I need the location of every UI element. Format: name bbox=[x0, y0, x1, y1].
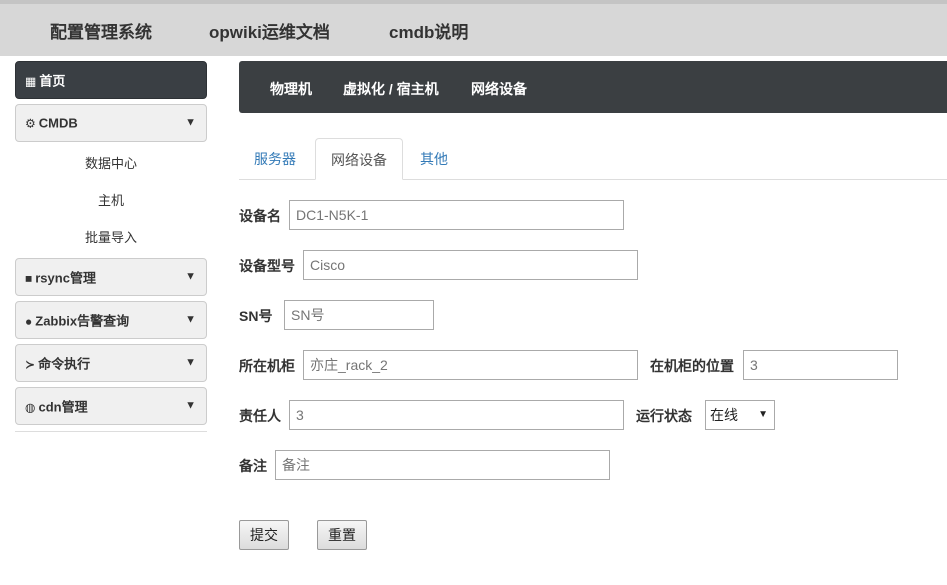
sidebar-item-cmdb[interactable]: ⚙ CMDB ▼ bbox=[15, 104, 207, 142]
chevron-down-icon: ▼ bbox=[185, 313, 196, 326]
sidebar-home-label: 首页 bbox=[39, 73, 66, 89]
gear-icon: ⚙ bbox=[25, 116, 36, 131]
sidebar-item-rsync[interactable]: ■ rsync管理 ▼ bbox=[15, 258, 207, 296]
sidebar-command-label: 命令执行 bbox=[38, 356, 91, 372]
globe-icon: ◍ bbox=[25, 400, 36, 415]
nav-network-device[interactable]: 网络设备 bbox=[471, 79, 527, 99]
sn-input[interactable] bbox=[284, 300, 434, 330]
chevron-down-icon: ▼ bbox=[185, 270, 196, 283]
device-model-label: 设备型号 bbox=[239, 258, 295, 274]
sidebar-item-zabbix[interactable]: ● Zabbix告警查询 ▼ bbox=[15, 301, 207, 339]
folder-icon: ■ bbox=[25, 271, 33, 286]
sidebar-item-cdn[interactable]: ◍ cdn管理 ▼ bbox=[15, 387, 207, 425]
grid-icon: ▦ bbox=[25, 74, 37, 89]
sidebar-rsync-label: rsync管理 bbox=[35, 270, 96, 286]
tab-server[interactable]: 服务器 bbox=[254, 138, 296, 180]
rack-label: 所在机柜 bbox=[239, 358, 295, 374]
rack-position-label: 在机柜的位置 bbox=[650, 358, 734, 374]
sidebar-zabbix-label: Zabbix告警查询 bbox=[35, 313, 130, 329]
sidebar-cdn-label: cdn管理 bbox=[38, 399, 88, 415]
remark-label: 备注 bbox=[239, 458, 267, 474]
chevron-down-icon: ▼ bbox=[185, 356, 196, 369]
status-label: 运行状态 bbox=[636, 408, 692, 424]
rack-input[interactable] bbox=[303, 350, 638, 380]
nav-cmdb-docs[interactable]: cmdb说明 bbox=[389, 18, 468, 43]
sidebar-cmdb-label: CMDB bbox=[38, 115, 78, 131]
top-navbar: 配置管理系统 opwiki运维文档 cmdb说明 bbox=[0, 0, 947, 56]
sidebar-subitem-datacenter[interactable]: 数据中心 bbox=[15, 153, 207, 172]
sidebar-divider bbox=[15, 431, 207, 432]
device-name-input[interactable] bbox=[289, 200, 624, 230]
sidebar-subitem-import[interactable]: 批量导入 bbox=[15, 227, 207, 246]
chevron-down-icon: ▼ bbox=[185, 399, 196, 412]
nav-physical-machine[interactable]: 物理机 bbox=[270, 79, 312, 99]
device-model-input[interactable] bbox=[303, 250, 638, 280]
tab-network-device[interactable]: 网络设备 bbox=[315, 138, 403, 180]
reset-button[interactable]: 重置 bbox=[317, 520, 367, 550]
chevron-down-icon: ▼ bbox=[185, 116, 196, 129]
tab-other[interactable]: 其他 bbox=[420, 138, 448, 180]
terminal-icon: ≻ bbox=[25, 357, 36, 372]
status-select-value: 在线 bbox=[710, 407, 738, 423]
device-type-navbar: 物理机 虚拟化 / 宿主机 网络设备 bbox=[239, 61, 947, 113]
remark-input[interactable] bbox=[275, 450, 610, 480]
owner-label: 责任人 bbox=[239, 408, 281, 424]
rack-position-input[interactable] bbox=[743, 350, 898, 380]
status-select[interactable]: 在线 ▼ bbox=[705, 400, 775, 430]
sn-label: SN号 bbox=[239, 308, 273, 324]
owner-input[interactable] bbox=[289, 400, 624, 430]
device-name-label: 设备名 bbox=[239, 208, 281, 224]
nav-config-system[interactable]: 配置管理系统 bbox=[50, 18, 152, 43]
dropdown-arrow-icon: ▼ bbox=[758, 409, 768, 420]
nav-opwiki[interactable]: opwiki运维文档 bbox=[209, 18, 330, 43]
sidebar-item-command[interactable]: ≻ 命令执行 ▼ bbox=[15, 344, 207, 382]
submit-button[interactable]: 提交 bbox=[239, 520, 289, 550]
nav-virtualization-host[interactable]: 虚拟化 / 宿主机 bbox=[343, 79, 439, 99]
sidebar-item-home[interactable]: ▦ 首页 bbox=[15, 61, 207, 99]
sidebar-subitem-host[interactable]: 主机 bbox=[15, 190, 207, 209]
alert-icon: ● bbox=[25, 314, 33, 329]
